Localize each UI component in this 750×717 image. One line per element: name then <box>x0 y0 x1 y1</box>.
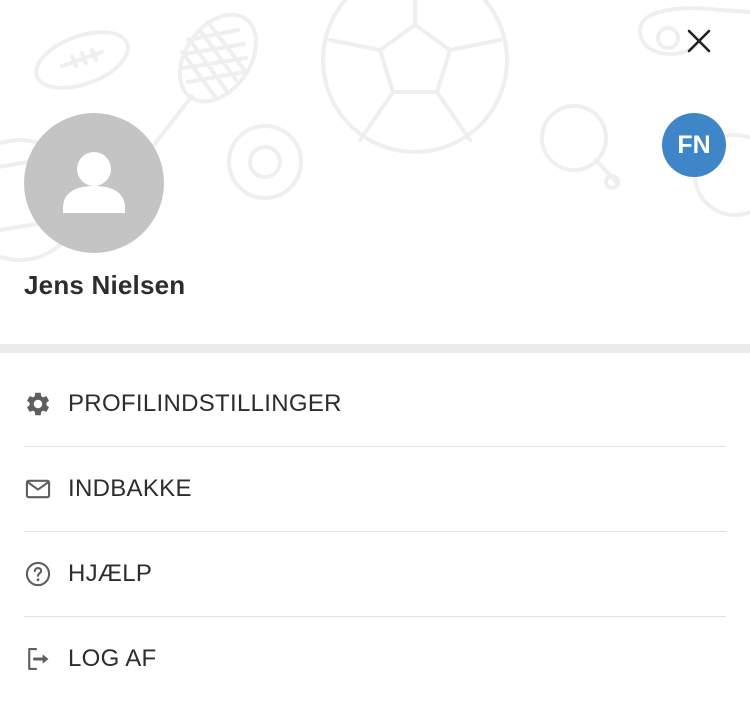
gear-icon <box>24 389 54 419</box>
menu-item-inbox[interactable]: INDBAKKE <box>24 447 726 532</box>
menu-item-profile-settings[interactable]: PROFILINDSTILLINGER <box>24 362 726 447</box>
person-icon <box>63 152 125 213</box>
menu-item-label: HJÆLP <box>68 560 153 587</box>
menu-item-logout[interactable]: LOG AF <box>24 617 726 701</box>
profile-header: Jens Nielsen FN <box>0 0 750 344</box>
avatar[interactable] <box>24 113 164 253</box>
org-badge[interactable]: FN <box>662 113 726 177</box>
menu-item-label: PROFILINDSTILLINGER <box>68 390 342 417</box>
logout-icon <box>24 644 54 674</box>
org-initials: FN <box>677 130 711 159</box>
menu-item-label: INDBAKKE <box>68 475 192 502</box>
menu-item-help[interactable]: HJÆLP <box>24 532 726 617</box>
profile-menu: PROFILINDSTILLINGER INDBAKKE HJÆLP LOG A… <box>24 362 726 701</box>
menu-item-label: LOG AF <box>68 645 157 672</box>
close-button[interactable] <box>676 18 722 64</box>
close-icon <box>687 29 711 53</box>
section-divider <box>0 344 750 353</box>
user-name: Jens Nielsen <box>24 270 186 300</box>
envelope-icon <box>24 474 54 504</box>
help-circle-icon <box>24 559 54 589</box>
